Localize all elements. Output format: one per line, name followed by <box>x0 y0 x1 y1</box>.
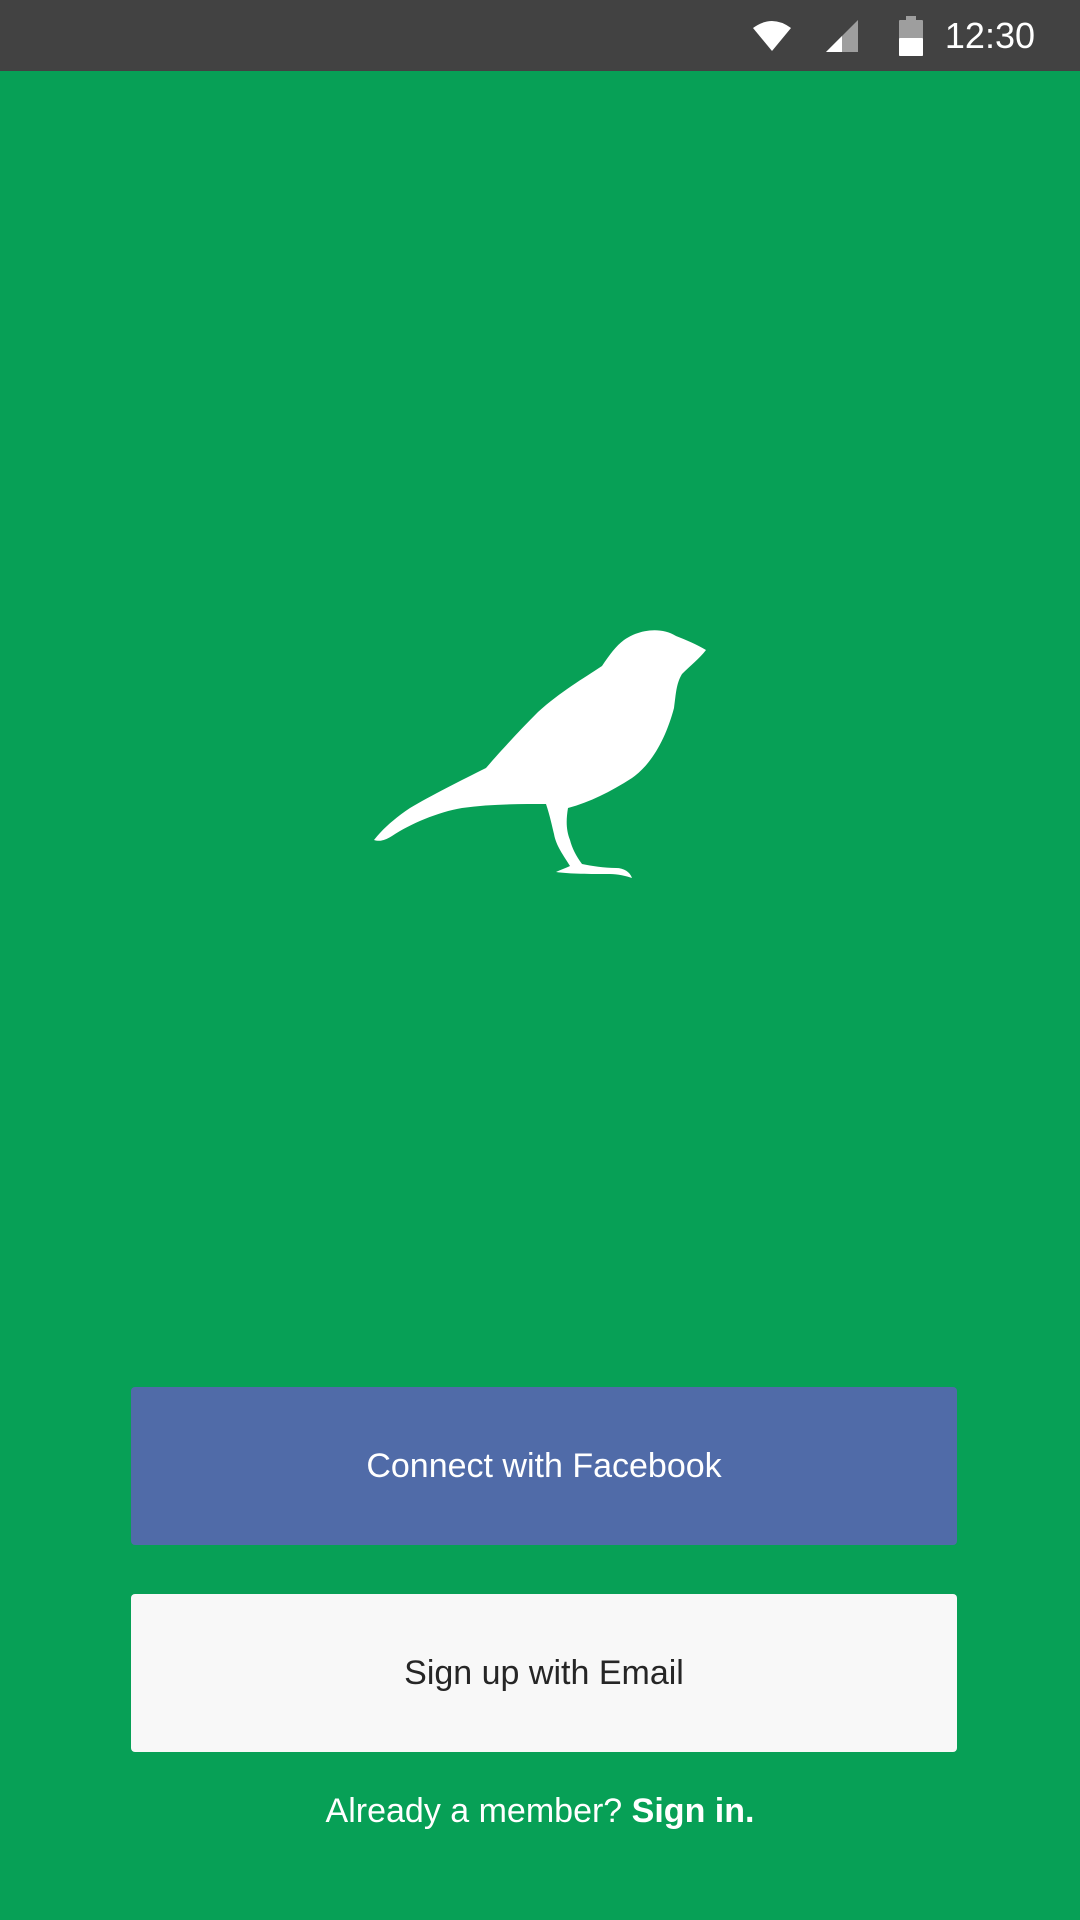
status-bar: 12:30 <box>0 0 1080 71</box>
signup-email-button[interactable]: Sign up with Email <box>131 1594 957 1752</box>
connect-facebook-button[interactable]: Connect with Facebook <box>131 1387 957 1545</box>
signin-link[interactable]: Sign in. <box>632 1792 755 1830</box>
wifi-icon <box>748 0 796 71</box>
welcome-screen: 12:30 Connect with Facebook Sign up with… <box>0 0 1080 1920</box>
member-prompt-text: Already a member? <box>325 1792 623 1830</box>
cellular-signal-icon <box>822 0 862 71</box>
status-bar-time: 12:30 <box>944 15 1035 56</box>
battery-icon <box>896 0 926 71</box>
signin-prompt: Already a member? Sign in. <box>0 1792 1080 1831</box>
bird-logo-icon <box>370 628 710 880</box>
